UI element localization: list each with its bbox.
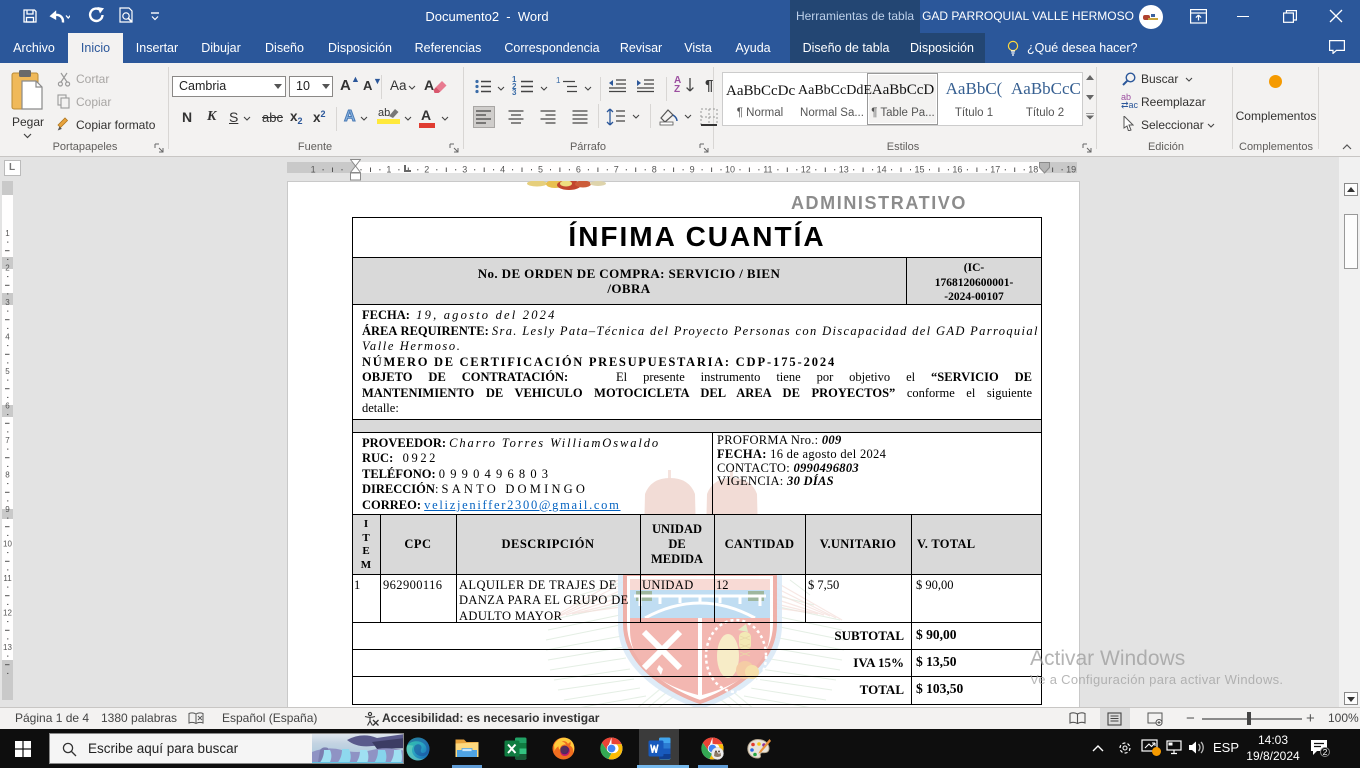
svg-text:8: 8 xyxy=(5,471,10,480)
svg-text:2: 2 xyxy=(1323,747,1328,757)
svg-text:9: 9 xyxy=(5,505,10,514)
svg-text:4: 4 xyxy=(500,165,505,175)
svg-text:13: 13 xyxy=(839,165,849,175)
svg-text:1: 1 xyxy=(386,165,391,175)
svg-text:1: 1 xyxy=(311,165,316,175)
svg-text:13: 13 xyxy=(3,643,12,652)
svg-text:17: 17 xyxy=(990,165,1000,175)
svg-text:10: 10 xyxy=(3,540,12,549)
svg-text:19: 19 xyxy=(1066,165,1076,175)
svg-text:6: 6 xyxy=(576,165,581,175)
svg-text:2: 2 xyxy=(5,264,10,273)
svg-text:11: 11 xyxy=(763,165,772,175)
svg-text:5: 5 xyxy=(538,165,543,175)
svg-text:1: 1 xyxy=(5,229,10,238)
svg-text:2: 2 xyxy=(424,165,429,175)
svg-text:9: 9 xyxy=(690,165,695,175)
svg-text:7: 7 xyxy=(5,436,10,445)
svg-text:16: 16 xyxy=(952,165,962,175)
svg-text:14: 14 xyxy=(877,165,887,175)
svg-text:3: 3 xyxy=(462,165,467,175)
svg-text:5: 5 xyxy=(5,367,10,376)
svg-text:18: 18 xyxy=(1028,165,1038,175)
svg-text:4: 4 xyxy=(5,333,10,342)
svg-text:12: 12 xyxy=(3,609,12,618)
svg-text:6: 6 xyxy=(5,402,10,411)
svg-text:10: 10 xyxy=(725,165,735,175)
svg-text:12: 12 xyxy=(801,165,811,175)
svg-text:7: 7 xyxy=(614,165,619,175)
svg-text:11: 11 xyxy=(3,574,12,583)
svg-text:15: 15 xyxy=(914,165,924,175)
svg-text:3: 3 xyxy=(5,298,10,307)
svg-text:8: 8 xyxy=(652,165,657,175)
